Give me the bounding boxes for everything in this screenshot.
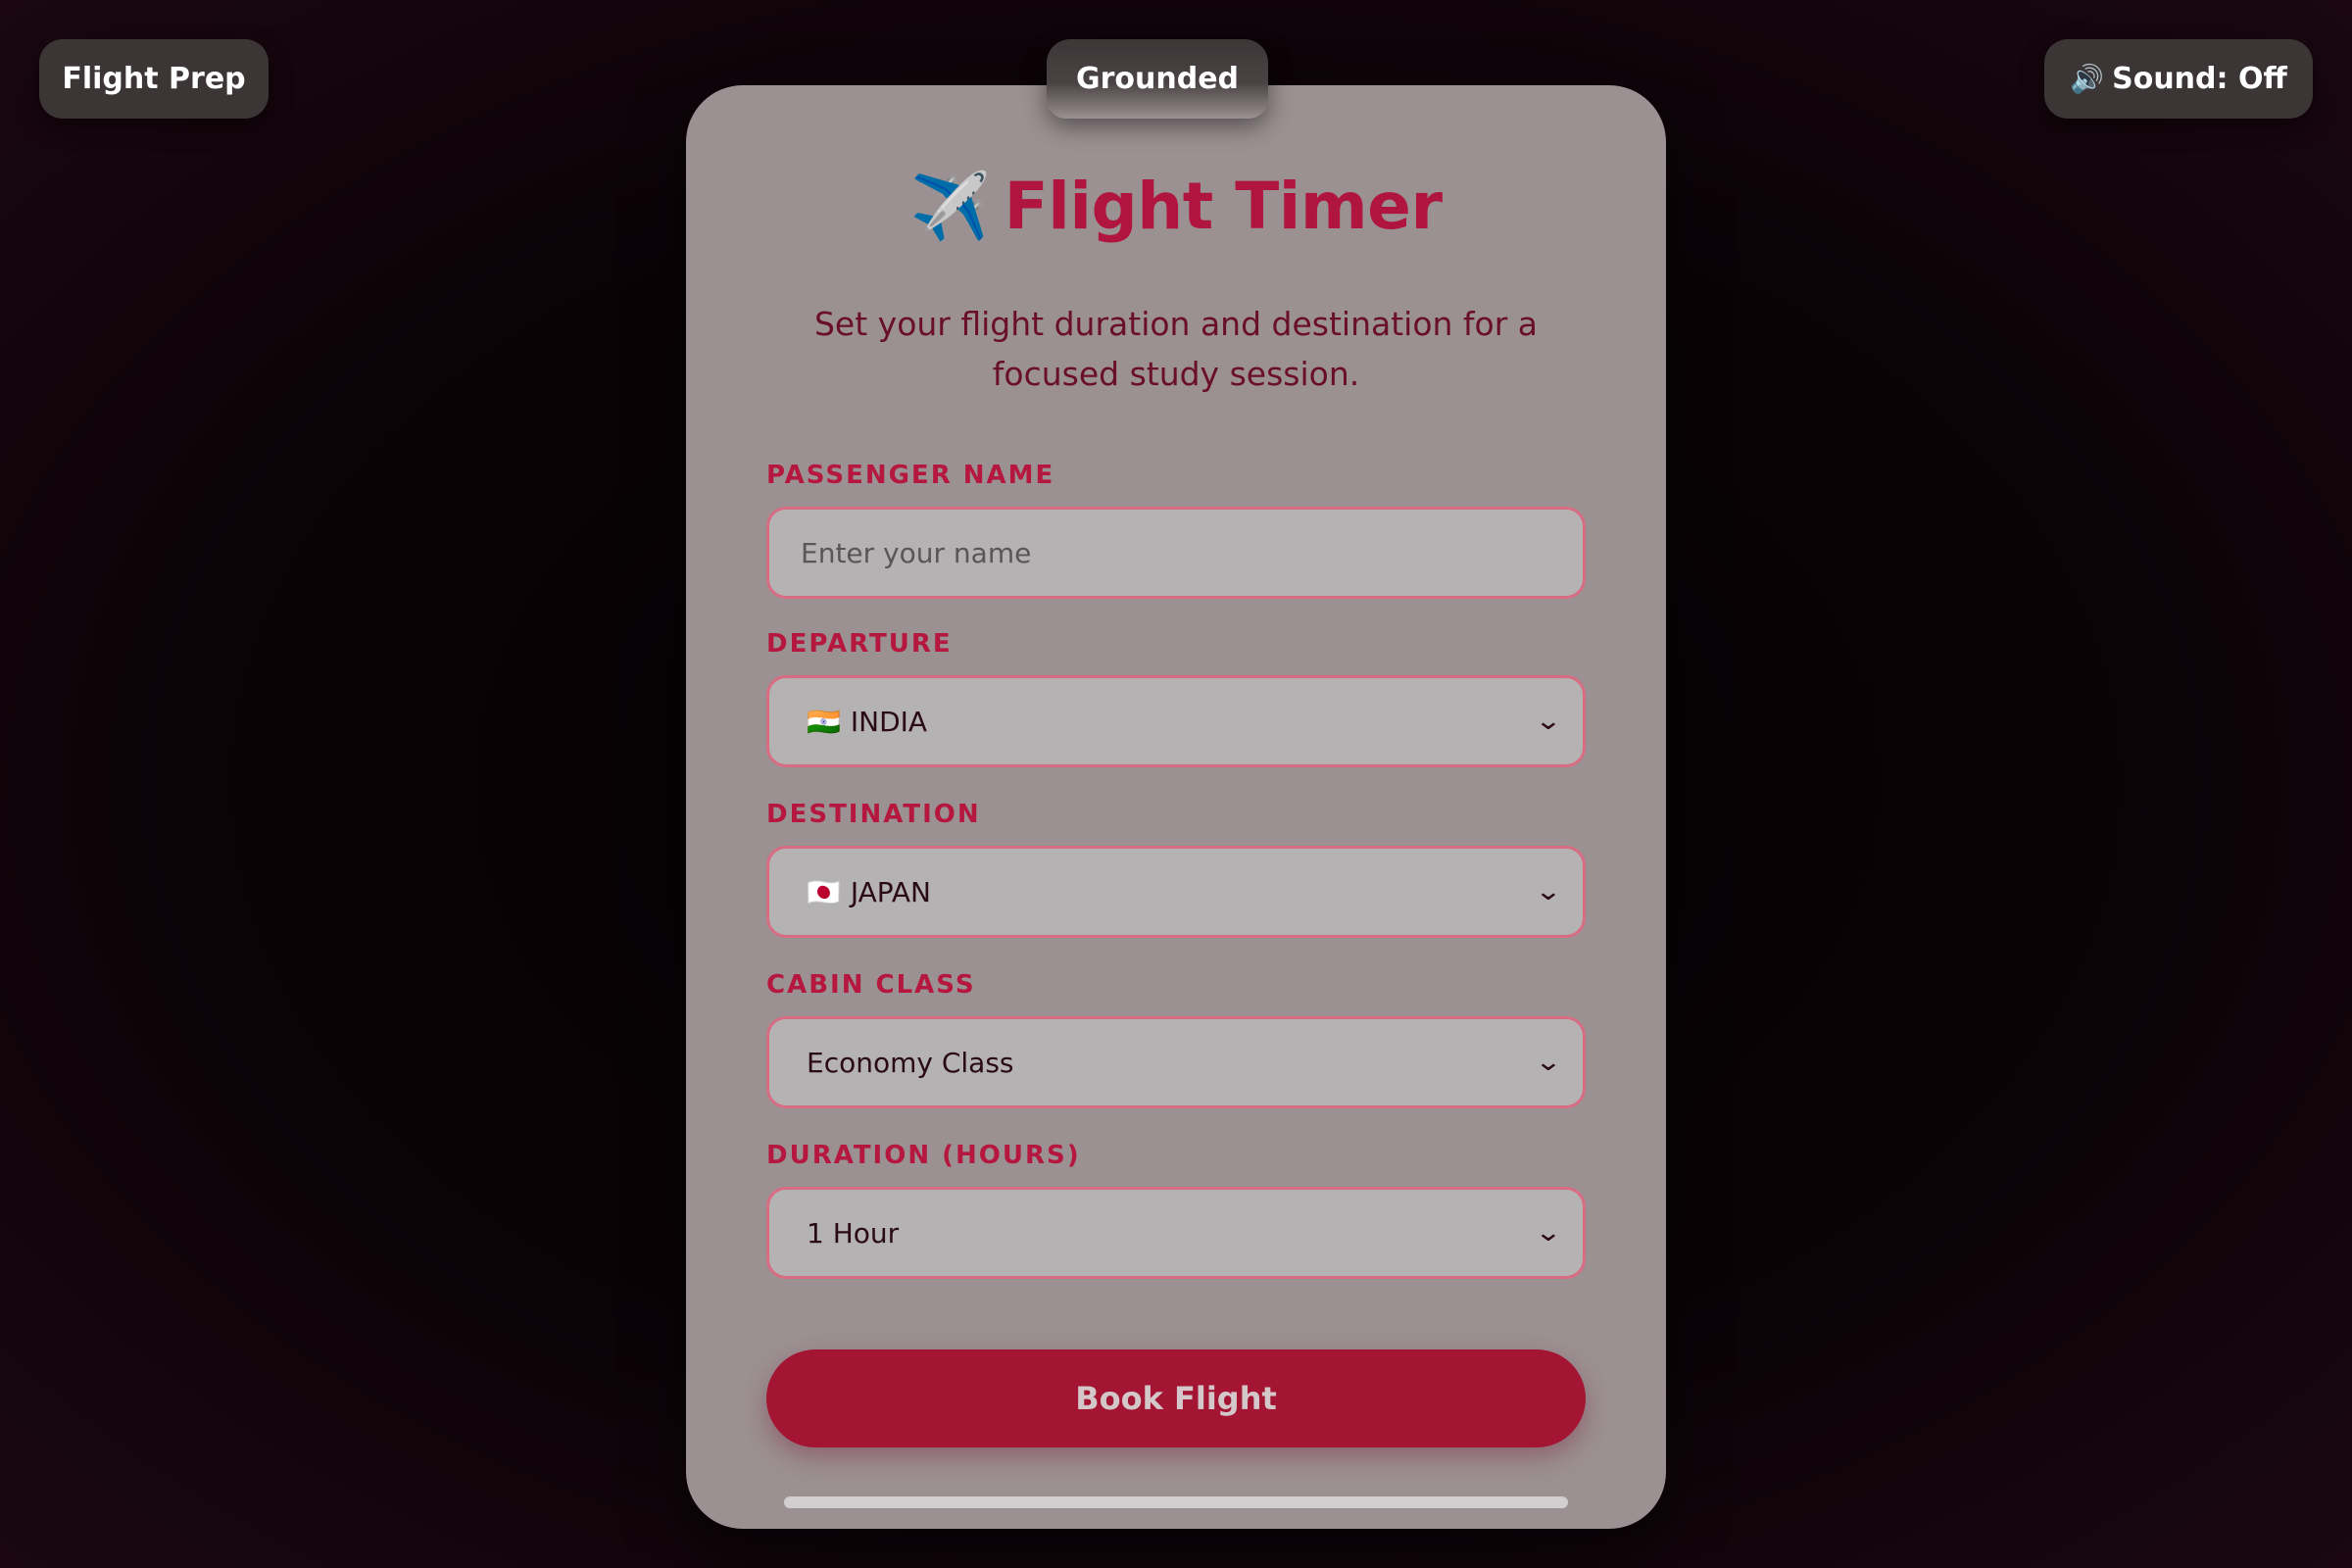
- passenger-name-label: PASSENGER NAME: [766, 461, 1055, 490]
- cabin-class-select[interactable]: Economy Class ⌄: [766, 1016, 1586, 1108]
- airplane-icon: ✈️: [909, 168, 991, 244]
- flight-prep-label: Flight Prep: [62, 62, 246, 96]
- status-label: Grounded: [1075, 62, 1240, 96]
- chevron-down-icon: ⌄: [1534, 707, 1563, 736]
- sound-toggle-button[interactable]: 🔊 Sound: Off: [2044, 39, 2313, 119]
- duration-select[interactable]: 1 Hour ⌄: [766, 1187, 1586, 1279]
- duration-value: 1 Hour: [807, 1216, 900, 1250]
- india-flag-icon: 🇮🇳: [807, 705, 841, 738]
- passenger-name-placeholder: Enter your name: [801, 536, 1032, 569]
- title-row: ✈️ Flight Timer: [686, 169, 1666, 244]
- destination-select[interactable]: 🇯🇵 JAPAN ⌄: [766, 846, 1586, 938]
- departure-label: DEPARTURE: [766, 629, 953, 659]
- cabin-class-value: Economy Class: [807, 1046, 1014, 1079]
- flight-prep-button[interactable]: Flight Prep: [39, 39, 269, 119]
- destination-value: JAPAN: [850, 875, 931, 908]
- japan-flag-icon: 🇯🇵: [807, 875, 841, 908]
- destination-label: DESTINATION: [766, 800, 981, 829]
- speaker-icon: 🔊: [2070, 63, 2105, 95]
- page-title: Flight Timer: [1004, 169, 1443, 244]
- status-badge: Grounded: [1047, 39, 1268, 119]
- departure-value: INDIA: [850, 705, 928, 738]
- page-subtitle: Set your flight duration and destination…: [813, 305, 1539, 393]
- book-flight-label: Book Flight: [1075, 1380, 1277, 1417]
- cabin-class-label: CABIN CLASS: [766, 970, 976, 1000]
- book-flight-button[interactable]: Book Flight: [766, 1349, 1586, 1447]
- chevron-down-icon: ⌄: [1534, 1048, 1563, 1077]
- departure-select[interactable]: 🇮🇳 INDIA ⌄: [766, 675, 1586, 767]
- chevron-down-icon: ⌄: [1534, 1218, 1563, 1248]
- home-indicator: [784, 1496, 1568, 1508]
- chevron-down-icon: ⌄: [1534, 877, 1563, 906]
- sound-toggle-label: Sound: Off: [2112, 62, 2287, 96]
- flight-timer-card: ✈️ Flight Timer Set your flight duration…: [686, 85, 1666, 1529]
- duration-label: DURATION (HOURS): [766, 1141, 1081, 1170]
- passenger-name-input[interactable]: Enter your name: [766, 507, 1586, 599]
